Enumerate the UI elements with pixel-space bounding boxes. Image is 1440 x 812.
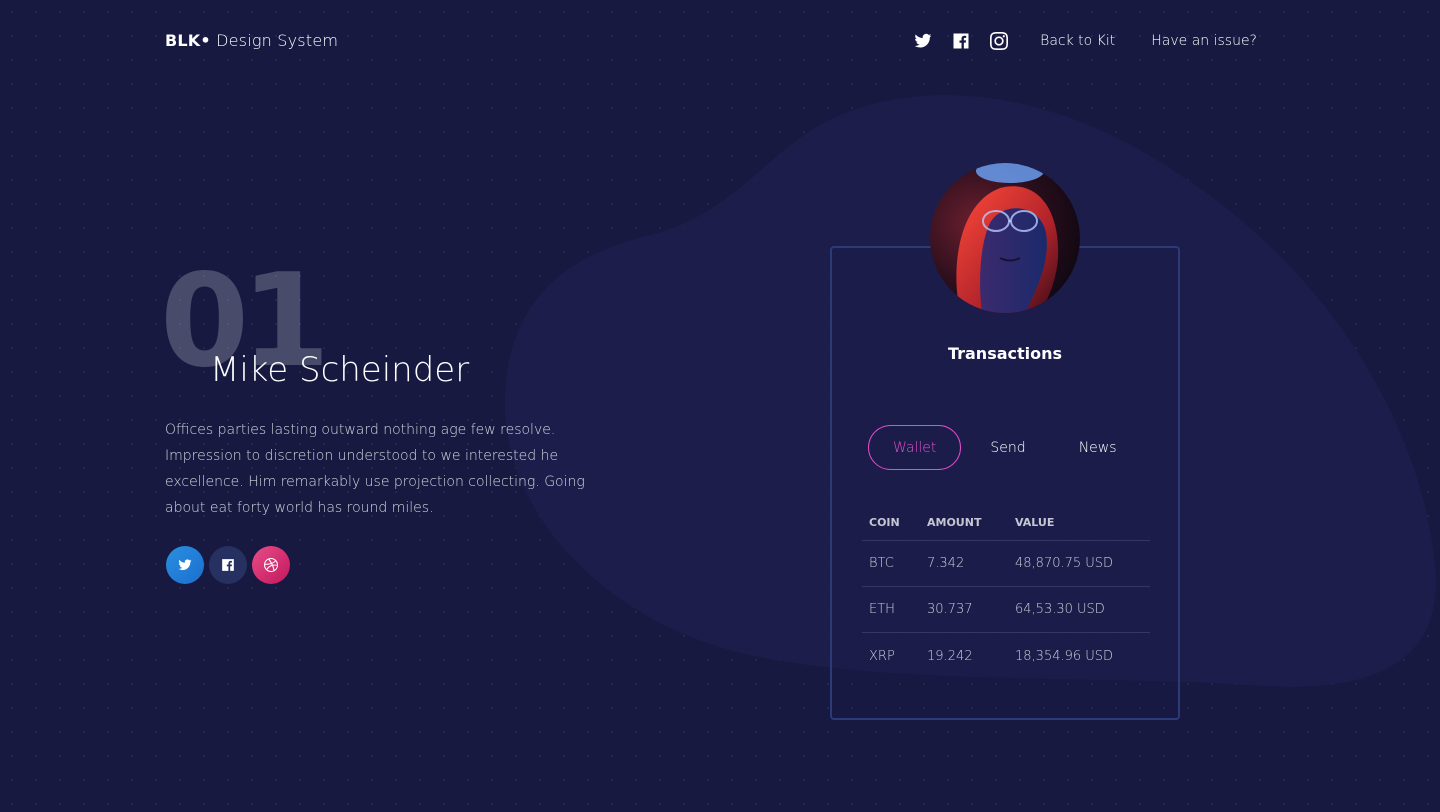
nav-right: Back to Kit Have an issue? xyxy=(912,30,1257,52)
column-header-coin: COIN xyxy=(869,515,900,529)
back-to-kit-link[interactable]: Back to Kit xyxy=(1040,33,1115,49)
table-row: ETH 30.737 64,53.30 USD xyxy=(862,587,1150,633)
dribbble-icon xyxy=(264,558,278,572)
brand-logo[interactable]: BLK• Design System xyxy=(165,31,338,50)
table-row: BTC 7.342 48,870.75 USD xyxy=(862,541,1150,587)
transactions-table: COIN AMOUNT VALUE BTC 7.342 48,870.75 US… xyxy=(862,504,1150,679)
cell-amount: 7.342 xyxy=(927,556,965,571)
card-title: Transactions xyxy=(947,344,1063,363)
brand-bold: BLK• xyxy=(165,31,211,50)
twitter-icon xyxy=(178,559,192,571)
column-header-value: VALUE xyxy=(1015,515,1055,529)
cell-coin: XRP xyxy=(869,648,895,664)
cell-value: 18,354.96 USD xyxy=(1015,648,1114,664)
brand-text: Design System xyxy=(210,31,339,50)
avatar xyxy=(930,163,1080,313)
instagram-icon[interactable] xyxy=(988,30,1010,52)
cell-amount: 19.242 xyxy=(927,648,973,664)
cell-value: 48,870.75 USD xyxy=(1015,556,1114,571)
twitter-button[interactable] xyxy=(166,546,204,584)
profile-description: Offices parties lasting outward nothing … xyxy=(165,422,585,516)
facebook-icon xyxy=(222,559,234,571)
facebook-button[interactable] xyxy=(209,546,247,584)
tab-news[interactable]: News xyxy=(1055,425,1141,470)
navbar: BLK• Design System Back to Kit Have an i… xyxy=(0,0,1440,86)
profile-name: Mike Scheinder xyxy=(210,350,470,390)
social-buttons xyxy=(166,546,295,584)
tab-send[interactable]: Send xyxy=(966,425,1049,470)
cell-coin: ETH xyxy=(869,602,895,617)
have-an-issue-link[interactable]: Have an issue? xyxy=(1151,33,1257,49)
tab-wallet[interactable]: Wallet xyxy=(868,425,962,470)
table-row: XRP 19.242 18,354.96 USD xyxy=(862,633,1150,679)
cell-value: 64,53.30 USD xyxy=(1015,602,1105,617)
cell-amount: 30.737 xyxy=(927,602,973,617)
dribbble-button[interactable] xyxy=(252,546,290,584)
facebook-icon[interactable] xyxy=(950,30,972,52)
card-tabs: Wallet Send News xyxy=(868,425,1141,470)
column-header-amount: AMOUNT xyxy=(927,515,982,529)
cell-coin: BTC xyxy=(869,556,894,571)
transactions-card: Transactions Wallet Send News COIN AMOUN… xyxy=(830,246,1180,720)
twitter-icon[interactable] xyxy=(912,30,934,52)
table-header: COIN AMOUNT VALUE xyxy=(862,504,1150,541)
